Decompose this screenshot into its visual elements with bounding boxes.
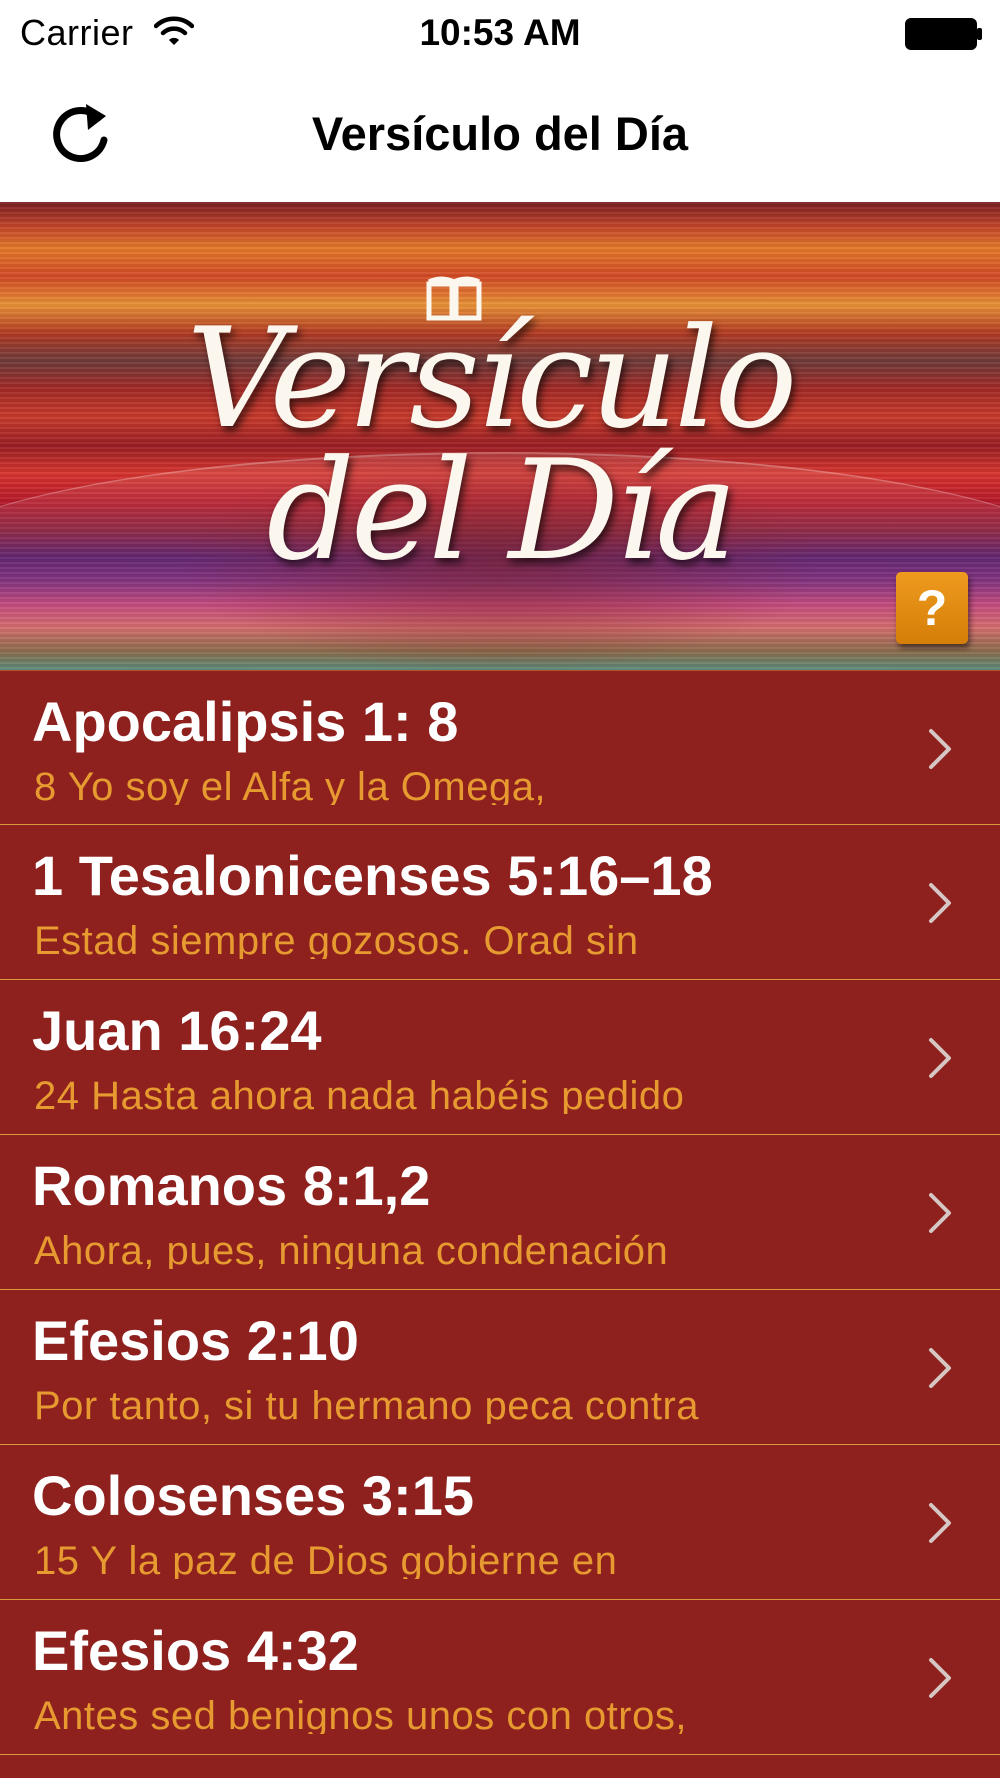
battery-icon bbox=[905, 18, 982, 50]
chevron-right-icon bbox=[929, 1503, 951, 1543]
verse-snippet: 8 Yo soy el Alfa y la Omega, bbox=[34, 765, 547, 805]
chevron-right-icon bbox=[929, 1658, 951, 1698]
navigation-bar: Versículo del Día bbox=[0, 66, 1000, 202]
verse-list-item[interactable]: 1 Tesalonicenses 5:16–18 Estad siempre g… bbox=[0, 825, 1000, 980]
verse-snippet: Ahora, pues, ninguna condenación bbox=[34, 1229, 669, 1269]
verse-list-item[interactable]: Juan 16:24 24 Hasta ahora nada habéis pe… bbox=[0, 980, 1000, 1135]
verse-reference: Efesios 4:32 bbox=[32, 1619, 359, 1682]
page-title: Versículo del Día bbox=[311, 107, 689, 160]
verse-list-item[interactable]: Efesios 2:10 Por tanto, si tu hermano pe… bbox=[0, 1290, 1000, 1445]
verse-list-item[interactable]: Efesios 4:32 Antes sed benignos unos con… bbox=[0, 1600, 1000, 1755]
verse-snippet: 15 Y la paz de Dios gobierne en bbox=[34, 1539, 618, 1579]
verse-snippet: Antes sed benignos unos con otros, bbox=[34, 1694, 687, 1734]
verse-reference: 1 Tesalonicenses 5:16–18 bbox=[32, 844, 713, 907]
verse-list: Apocalipsis 1: 8 8 Yo soy el Alfa y la O… bbox=[0, 670, 1000, 1755]
chevron-right-icon bbox=[929, 1193, 951, 1233]
verse-reference: Colosenses 3:15 bbox=[32, 1464, 474, 1527]
chevron-right-icon bbox=[929, 1038, 951, 1078]
verse-reference: Juan 16:24 bbox=[32, 999, 322, 1062]
verse-snippet: Por tanto, si tu hermano peca contra bbox=[34, 1384, 700, 1424]
status-bar: Carrier 10:53 AM bbox=[0, 0, 1000, 66]
chevron-right-icon bbox=[929, 1348, 951, 1388]
help-button[interactable]: ? bbox=[896, 572, 968, 644]
verse-reference: Efesios 2:10 bbox=[32, 1309, 359, 1372]
chevron-right-icon bbox=[929, 729, 951, 769]
verse-list-item[interactable]: Apocalipsis 1: 8 8 Yo soy el Alfa y la O… bbox=[0, 670, 1000, 825]
app-screen: Carrier 10:53 AM Versículo del Día Versí… bbox=[0, 0, 1000, 1778]
banner-logo-line1: Versículo bbox=[186, 298, 798, 459]
verse-list-item[interactable]: Romanos 8:1,2 Ahora, pues, ninguna conde… bbox=[0, 1135, 1000, 1290]
verse-reference: Apocalipsis 1: 8 bbox=[32, 690, 459, 753]
verse-snippet: 24 Hasta ahora nada habéis pedido bbox=[34, 1074, 685, 1114]
status-time: 10:53 AM bbox=[419, 12, 581, 53]
verse-list-item[interactable]: Colosenses 3:15 15 Y la paz de Dios gobi… bbox=[0, 1445, 1000, 1600]
verse-snippet: Estad siempre gozosos. Orad sin bbox=[34, 919, 639, 959]
banner-logo: Versículo del Día bbox=[0, 310, 1000, 580]
chevron-right-icon bbox=[929, 883, 951, 923]
header-banner: Versículo del Día ? bbox=[0, 202, 1000, 670]
banner-logo-line2: del Día bbox=[266, 430, 737, 591]
verse-reference: Romanos 8:1,2 bbox=[32, 1154, 431, 1217]
